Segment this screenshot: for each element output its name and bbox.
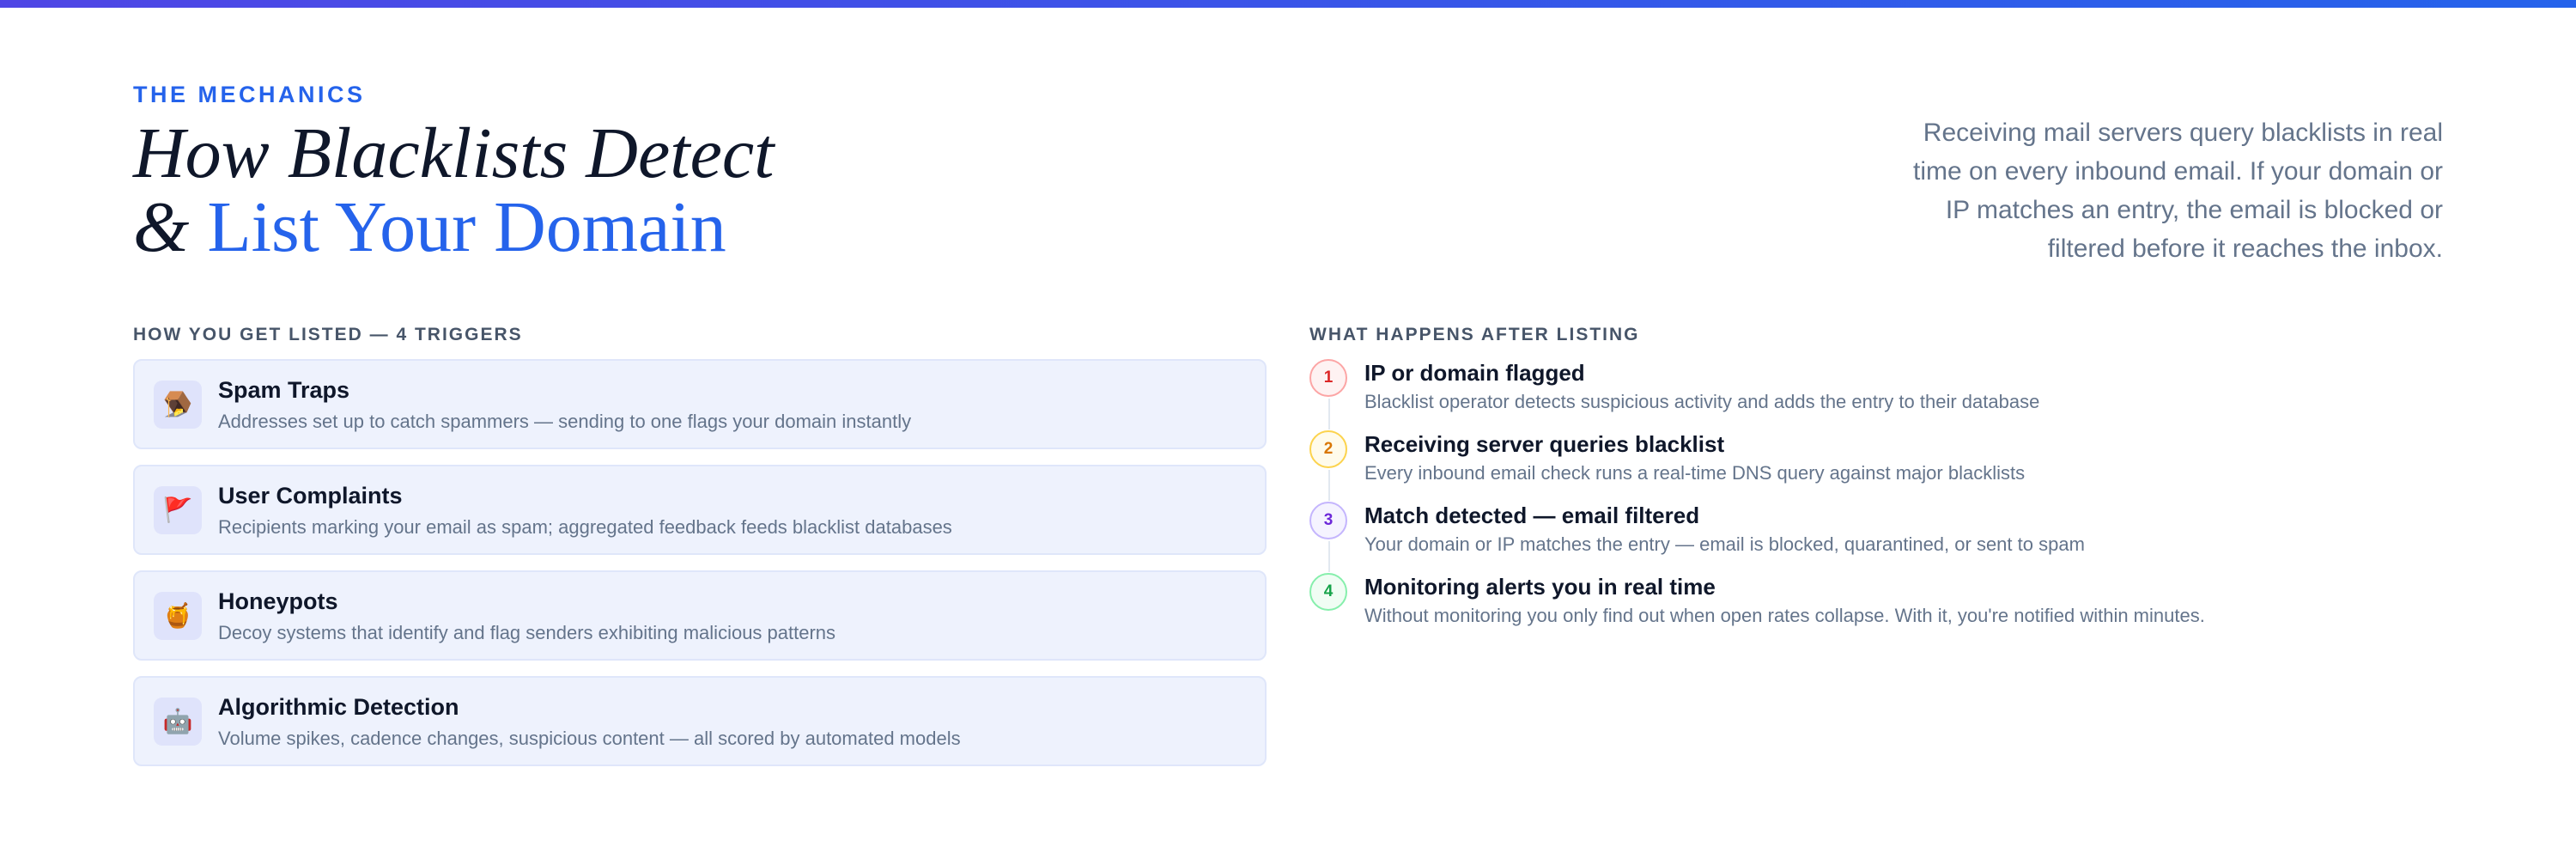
trigger-title: User Complaints: [218, 482, 403, 509]
step-item: 3 Match detected — email filtered Your d…: [1309, 502, 2426, 573]
intro-paragraph: Receiving mail servers query blacklists …: [1913, 119, 2443, 263]
step-number-badge: 1: [1309, 359, 1347, 397]
step-description: Blacklist operator detects suspicious ac…: [1364, 391, 2040, 412]
step-description: Your domain or IP matches the entry — em…: [1364, 533, 2085, 555]
trigger-title: Algorithmic Detection: [218, 693, 459, 720]
trigger-title: Spam Traps: [218, 376, 350, 403]
eyebrow-label: THE MECHANICS: [133, 82, 366, 107]
step-title: Receiving server queries blacklist: [1364, 431, 1725, 457]
step-title: Match detected — email filtered: [1364, 503, 1700, 528]
step-connector: [1328, 470, 1330, 501]
trigger-card-spam-traps: 🪤 Spam Traps Addresses set up to catch s…: [133, 359, 1267, 449]
flag-icon: 🚩: [154, 485, 202, 534]
title-ampersand: &: [133, 187, 190, 267]
trigger-description: Recipients marking your email as spam; a…: [218, 515, 952, 538]
steps-heading: WHAT HAPPENS AFTER LISTING: [1309, 325, 1640, 344]
step-description: Without monitoring you only find out whe…: [1364, 605, 2205, 626]
trigger-card-user-complaints: 🚩 User Complaints Recipients marking you…: [133, 465, 1267, 555]
step-number-badge: 3: [1309, 502, 1347, 539]
step-description: Every inbound email check runs a real-ti…: [1364, 462, 2026, 484]
honey-pot-icon: 🍯: [154, 591, 202, 640]
step-connector: [1328, 541, 1330, 572]
trigger-description: Decoy systems that identify and flag sen…: [218, 621, 836, 643]
step-list: 1 IP or domain flagged Blacklist operato…: [1309, 359, 2426, 644]
title-accent: List Your Domain: [207, 187, 726, 267]
title-line-1: How Blacklists Detect: [133, 113, 775, 193]
step-item: 4 Monitoring alerts you in real time Wit…: [1309, 573, 2426, 644]
trigger-card-honeypots: 🍯 Honeypots Decoy systems that identify …: [133, 570, 1267, 661]
trigger-description: Volume spikes, cadence changes, suspicio…: [218, 727, 961, 749]
page: THE MECHANICS How Blacklists Detect & Li…: [0, 0, 2576, 859]
step-number-badge: 2: [1309, 430, 1347, 468]
trigger-title: Honeypots: [218, 588, 338, 614]
step-item: 1 IP or domain flagged Blacklist operato…: [1309, 359, 2426, 430]
step-number-badge: 4: [1309, 573, 1347, 611]
trap-icon: 🪤: [154, 380, 202, 429]
page-title: How Blacklists Detect & List Your Domain: [133, 117, 774, 265]
step-connector: [1328, 399, 1330, 430]
trigger-list: 🪤 Spam Traps Addresses set up to catch s…: [133, 359, 1267, 782]
step-title: Monitoring alerts you in real time: [1364, 574, 1716, 600]
trigger-card-algorithmic-detection: 🤖 Algorithmic Detection Volume spikes, c…: [133, 676, 1267, 766]
robot-icon: 🤖: [154, 697, 202, 746]
step-title: IP or domain flagged: [1364, 360, 1585, 386]
triggers-heading: HOW YOU GET LISTED — 4 TRIGGERS: [133, 325, 523, 344]
step-item: 2 Receiving server queries blacklist Eve…: [1309, 430, 2426, 502]
trigger-description: Addresses set up to catch spammers — sen…: [218, 410, 912, 432]
